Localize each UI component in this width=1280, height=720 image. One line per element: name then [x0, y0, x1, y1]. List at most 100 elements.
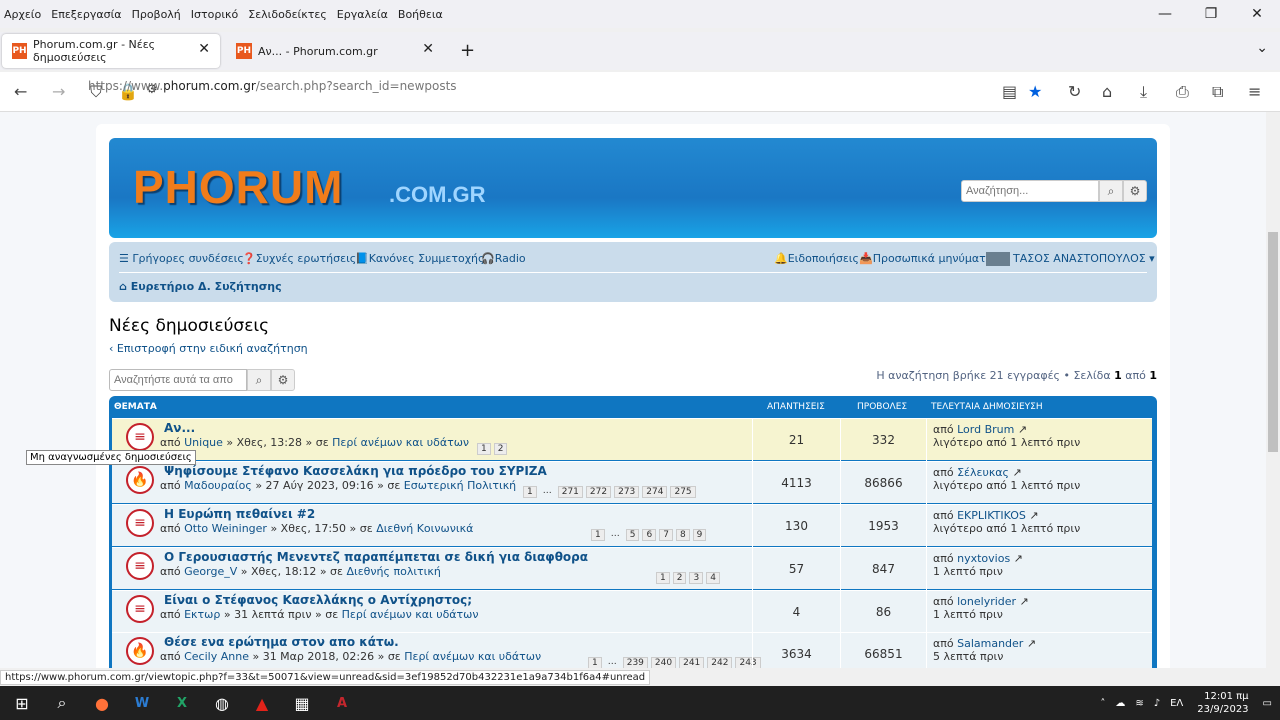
page-link[interactable]: 239 [622, 657, 648, 668]
page-link[interactable]: 5 [625, 529, 640, 541]
results-search-input[interactable] [109, 369, 247, 391]
go-to-post-icon[interactable]: ↗ [1026, 509, 1038, 522]
page-link[interactable]: 3 [689, 572, 704, 584]
close-tab-icon[interactable]: ✕ [422, 41, 434, 57]
radio-link[interactable]: 🎧Radio [481, 252, 526, 265]
last-post-user[interactable]: EKPLIKTIKOS [957, 509, 1026, 522]
scrollbar[interactable] [1266, 112, 1280, 668]
page-link[interactable]: 8 [675, 529, 690, 541]
site-logo-suffix[interactable]: .COM.GR [389, 182, 486, 208]
access-icon[interactable]: A [322, 696, 362, 711]
page-link[interactable]: 7 [659, 529, 673, 541]
unread-topic-icon[interactable]: ≡ [126, 509, 154, 537]
tab-new-posts[interactable]: PH Phorum.com.gr - Νέες δημοσιεύσεις ✕ [2, 34, 220, 68]
page-link[interactable]: 1 [591, 529, 605, 541]
menu-file[interactable]: Αρχείο [4, 8, 41, 21]
topic-author[interactable]: Otto Weininger [184, 522, 267, 535]
topic-author[interactable]: Unique [184, 436, 223, 449]
quick-links[interactable]: ☰ Γρήγορες συνδέσεις [119, 252, 244, 265]
search-icon[interactable]: ⌕ [42, 693, 82, 713]
unread-topic-icon[interactable]: ≡ [126, 552, 154, 580]
topic-title[interactable]: Θέσε ενα ερώτημα στον απο κάτω. [164, 635, 399, 649]
topic-title[interactable]: Αν... [164, 421, 195, 435]
page-link[interactable]: 4 [706, 572, 720, 584]
menu-tools[interactable]: Εργαλεία [337, 8, 388, 21]
topic-title[interactable]: Είναι ο Στέφανος Κασελλάκης ο Αντίχρηστο… [164, 593, 472, 607]
page-link[interactable]: 6 [642, 529, 657, 541]
search-icon[interactable]: ⌕ [247, 369, 271, 391]
page-link[interactable]: 1 [588, 657, 602, 668]
topic-author[interactable]: Εκτωρ [184, 608, 220, 621]
last-post-user[interactable]: Σέλευκας [957, 466, 1009, 479]
unread-topic-icon[interactable]: ≡ [126, 595, 154, 623]
page-link[interactable]: 2 [493, 443, 508, 455]
reload-icon[interactable]: ↻ [1068, 82, 1081, 101]
page-link[interactable]: 2 [672, 572, 687, 584]
list-tabs-icon[interactable]: ⌄ [1256, 40, 1268, 56]
word-icon[interactable]: W [122, 696, 162, 711]
topic-author[interactable]: Μαδουραίος [184, 479, 252, 492]
windows-start-icon[interactable]: ⊞ [2, 694, 42, 713]
new-tab-icon[interactable]: + [460, 40, 475, 61]
topic-forum[interactable]: Διεθνής πολιτική [346, 565, 440, 578]
excel-icon[interactable]: X [162, 696, 202, 711]
go-to-post-icon[interactable]: ↗ [1023, 637, 1036, 650]
go-to-post-icon[interactable]: ↗ [1016, 595, 1029, 608]
faq-link[interactable]: ❓Συχνές ερωτήσεις [242, 252, 356, 265]
close-tab-icon[interactable]: ✕ [198, 41, 210, 57]
header-search-input[interactable] [961, 180, 1099, 202]
downloads-icon[interactable]: ⤓ [1140, 82, 1147, 102]
app-icon[interactable]: ◍ [202, 694, 242, 713]
private-messages-link[interactable]: 📥Προσωπικά μηνύματα [859, 252, 993, 265]
clock[interactable]: 12:01 πμ 23/9/2023 [1197, 690, 1248, 716]
restore-icon[interactable]: ❐ [1188, 0, 1234, 28]
rules-link[interactable]: 📘Κανόνες Συμμετοχής [355, 252, 484, 265]
chevron-up-icon[interactable]: ˄ [1100, 698, 1105, 709]
page-link[interactable]: 273 [614, 486, 640, 498]
menu-history[interactable]: Ιστορικό [191, 8, 239, 21]
last-post-user[interactable]: Lord Brum [957, 423, 1014, 436]
topic-title[interactable]: Ψηφίσουμε Στέφανο Κασσελάκη για πρόεδρο … [164, 464, 547, 478]
volume-icon[interactable]: ♪ [1154, 698, 1160, 709]
go-to-post-icon[interactable]: ↗ [1010, 552, 1023, 565]
page-link[interactable]: 240 [650, 657, 677, 668]
page-link[interactable]: 272 [585, 486, 612, 498]
menu-edit[interactable]: Επεξεργασία [51, 8, 121, 21]
page-link[interactable]: 1 [477, 443, 491, 455]
last-post-user[interactable]: nyxtovios [957, 552, 1010, 565]
unread-topic-icon[interactable]: 🔥 [126, 466, 154, 494]
back-icon[interactable]: ← [14, 82, 27, 101]
page-link[interactable]: 9 [692, 529, 707, 541]
advanced-search-gear-icon[interactable]: ⚙ [1123, 180, 1147, 202]
notifications-icon[interactable]: ▭ [1263, 698, 1272, 709]
page-link[interactable]: 274 [642, 486, 668, 498]
forward-icon[interactable]: → [52, 82, 65, 101]
topic-author[interactable]: Cecily Anne [184, 650, 249, 663]
search-options-gear-icon[interactable]: ⚙ [271, 369, 295, 391]
calculator-icon[interactable]: ▦ [282, 694, 322, 713]
reader-view-icon[interactable]: ▤ [1002, 82, 1017, 101]
topic-title[interactable]: Ο Γερουσιαστής Μενεντεζ παραπέμπεται σε … [164, 550, 588, 564]
tab-an[interactable]: PH Αν... - Phorum.com.gr ✕ [226, 34, 444, 68]
topic-forum[interactable]: Περί ανέμων και υδάτων [332, 436, 469, 449]
notifications-link[interactable]: 🔔Ειδοποιήσεις [774, 252, 859, 265]
page-link[interactable]: 1 [656, 572, 670, 584]
page-link[interactable]: 242 [707, 657, 733, 668]
cloud-icon[interactable]: ☁ [1115, 698, 1125, 709]
unread-topic-icon[interactable]: 🔥 [126, 637, 154, 665]
breadcrumb-index[interactable]: ⌂ Ευρετήριο Δ. Συζήτησης [119, 280, 282, 293]
topic-forum[interactable]: Εσωτερική Πολιτική [404, 479, 516, 492]
user-menu[interactable]: ΤΑΣΟΣ ΑΝΑΣΤΟΠΟΥΛΟΣ ▾ [986, 252, 1155, 266]
search-icon[interactable]: ⌕ [1099, 180, 1123, 202]
language-indicator[interactable]: ΕΛ [1170, 698, 1183, 709]
wifi-icon[interactable]: ≋ [1135, 698, 1143, 709]
close-window-icon[interactable]: ✕ [1234, 0, 1280, 28]
url-text[interactable]: https://www.phorum.com.gr/search.php?sea… [88, 79, 457, 93]
page-link[interactable]: 1 [523, 486, 537, 498]
menu-help[interactable]: Βοήθεια [398, 8, 443, 21]
go-to-post-icon[interactable]: ↗ [1009, 466, 1022, 479]
app-menu-icon[interactable]: ≡ [1248, 82, 1261, 101]
scrollbar-thumb[interactable] [1268, 232, 1278, 452]
page-link[interactable]: 275 [670, 486, 696, 498]
topic-forum[interactable]: Περί ανέμων και υδάτων [404, 650, 541, 663]
